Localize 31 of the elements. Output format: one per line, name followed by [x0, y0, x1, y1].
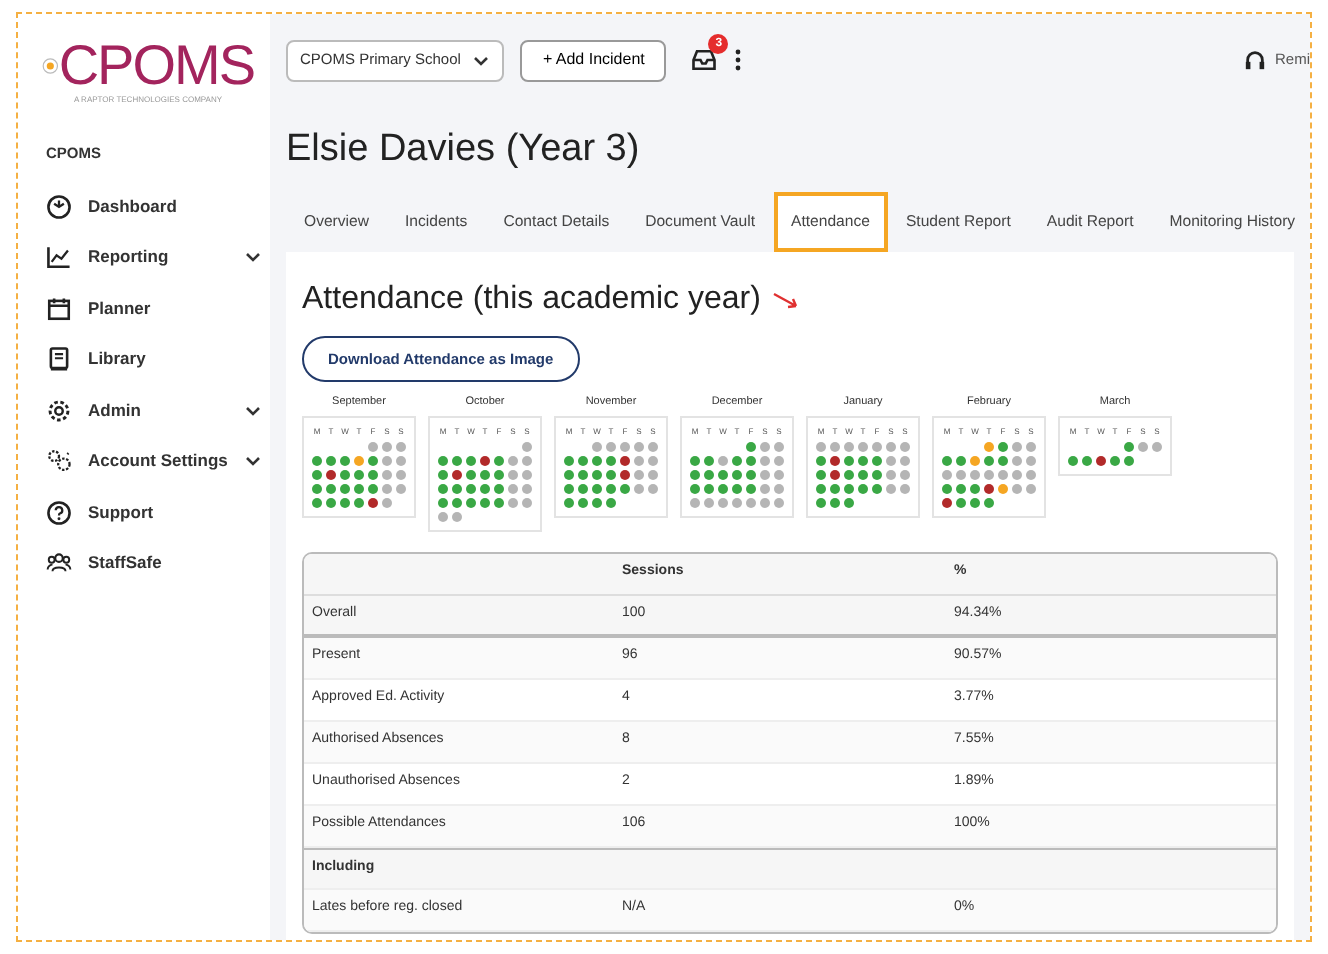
sidebar-item-label: Admin — [88, 397, 143, 423]
sidebar-item-label: Dashboard — [88, 193, 179, 219]
logo-icon — [42, 52, 59, 80]
sidebar-item-label: Support — [88, 499, 156, 525]
section-heading: Attendance (this academic year) — [302, 280, 761, 321]
sidebar-item-label: Library — [88, 346, 148, 372]
help-icon — [46, 499, 72, 525]
people-icon — [46, 550, 72, 576]
sidebar-item-label: Planner — [88, 295, 153, 321]
sidebar-item[interactable]: Dashboard — [34, 180, 254, 232]
logo-text: CPOMS — [58, 38, 254, 94]
calendar-icon — [46, 295, 72, 321]
sidebar-item[interactable]: Support — [34, 486, 254, 538]
sidebar-item[interactable]: Account Settings — [34, 435, 254, 487]
sidebar-item-label: StaffSafe — [88, 550, 164, 576]
line-chart-icon — [46, 244, 72, 270]
arrow-icon — [772, 290, 801, 311]
sidebar-item[interactable]: StaffSafe — [34, 537, 254, 589]
student-name: Elsie Davies (Year 3) — [286, 126, 642, 174]
sidebar-item-label: Account Settings — [88, 448, 228, 474]
sidebar-item[interactable]: Reporting — [34, 231, 254, 283]
sidebar-item[interactable]: Library — [34, 333, 254, 385]
book-icon — [46, 346, 72, 372]
headset-icon — [1244, 48, 1267, 72]
kebab-menu-icon[interactable] — [734, 48, 743, 72]
sidebar-item[interactable]: Admin — [34, 384, 254, 436]
sidebar-item[interactable]: Planner — [34, 282, 254, 334]
sidebar-item-label: Reporting — [88, 244, 171, 270]
chevron-down-icon — [472, 51, 491, 69]
add-incident-button[interactable]: + Add Incident — [520, 39, 667, 81]
inbox-icon[interactable] — [690, 46, 719, 74]
